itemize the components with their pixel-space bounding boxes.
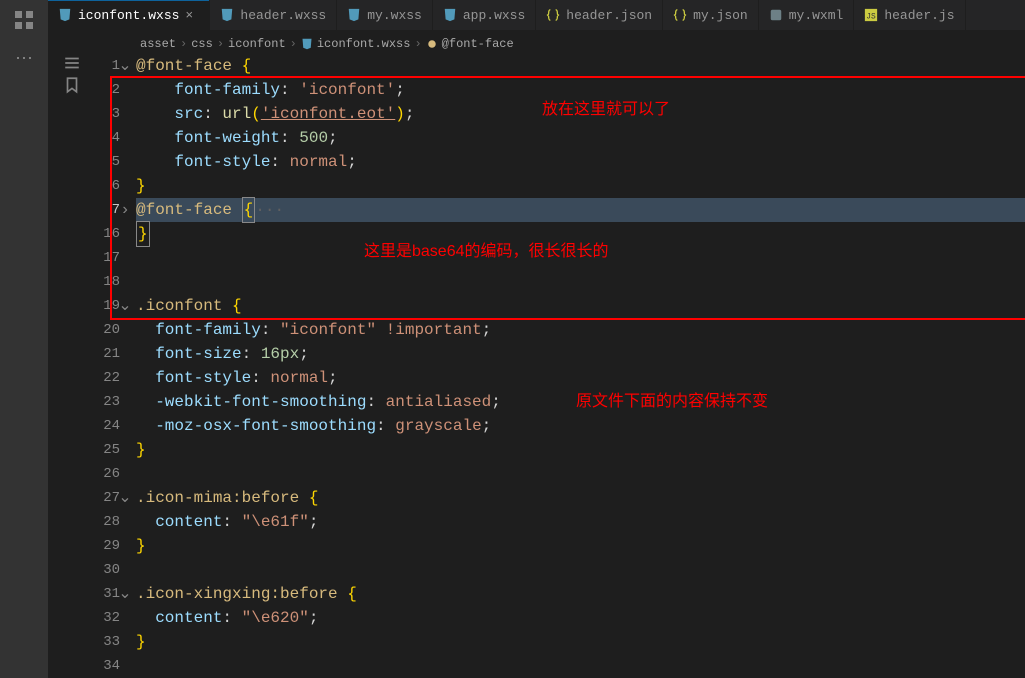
line-number: 24 [96,414,120,438]
editor-tab[interactable]: header.wxss [210,0,337,30]
code-content[interactable]: 放在这里就可以了 这里是base64的编码，很长很长的 原文件下面的内容保持不变… [136,54,1025,678]
line-number: 28 [96,510,120,534]
editor-gutter [48,30,96,678]
line-number: 26 [96,462,120,486]
line-number: 31 [96,582,120,606]
line-number: 19 [96,294,120,318]
tab-label: header.js [884,8,954,23]
line-number: 27 [96,486,120,510]
more-icon[interactable]: ⋯ [15,48,33,70]
activity-bar: ⋯ [0,0,48,678]
line-number: 25 [96,438,120,462]
fold-icon[interactable]: ⌄ [118,582,132,606]
tab-label: app.wxss [463,8,525,23]
line-number: 22 [96,366,120,390]
breadcrumb-item[interactable]: css [191,37,213,51]
line-number: 2 [96,78,120,102]
editor-tab[interactable]: my.wxss [337,0,433,30]
breadcrumb-item[interactable]: iconfont.wxss [317,37,411,51]
fold-icon[interactable]: ⌄ [118,486,132,510]
breadcrumb[interactable]: asset› css› iconfont› iconfont.wxss› @fo… [136,34,1025,54]
annotation-text: 这里是base64的编码，很长很长的 [364,240,609,264]
svg-text:JS: JS [867,13,877,22]
line-number: 18 [96,270,120,294]
breadcrumb-item[interactable]: @font-face [442,37,514,51]
tab-label: iconfont.wxss [78,8,179,23]
annotation-text: 原文件下面的内容保持不变 [576,390,768,414]
editor-tab[interactable]: iconfont.wxss × [48,0,210,30]
tab-label: header.wxss [240,8,326,23]
fold-icon[interactable]: ⌄ [118,294,132,318]
fold-icon[interactable]: › [118,198,132,222]
line-number: 30 [96,558,120,582]
line-number: 17 [96,246,120,270]
fold-icon[interactable]: ⌄ [118,54,132,78]
editor-tabs: iconfont.wxss × header.wxss my.wxss app.wxss… [48,0,1025,30]
line-number: 4 [96,126,120,150]
line-numbers: 1234567161718192021222324252627282930313… [96,30,136,678]
close-icon[interactable]: × [185,8,199,22]
line-number: 33 [96,630,120,654]
line-number: 7 [96,198,120,222]
line-number: 29 [96,534,120,558]
line-number: 23 [96,390,120,414]
line-number: 34 [96,654,120,678]
line-number: 3 [96,102,120,126]
line-number: 6 [96,174,120,198]
bookmark-icon[interactable] [63,76,81,94]
line-number: 20 [96,318,120,342]
extensions-icon[interactable] [12,8,36,32]
editor-tab[interactable]: my.json [663,0,759,30]
editor-tab[interactable]: header.json [536,0,663,30]
breadcrumb-item[interactable]: iconfont [228,37,286,51]
line-number: 5 [96,150,120,174]
tab-label: header.json [566,8,652,23]
editor-tab[interactable]: my.wxml [759,0,855,30]
breadcrumb-item[interactable]: asset [140,37,176,51]
tab-label: my.json [693,8,748,23]
rule-icon [426,38,438,50]
line-number: 21 [96,342,120,366]
editor-tab[interactable]: JS header.js [854,0,965,30]
editor-tab[interactable]: app.wxss [433,0,536,30]
tab-label: my.wxss [367,8,422,23]
line-number: 1 [96,54,120,78]
css-icon [301,38,313,50]
line-number: 32 [96,606,120,630]
line-number: 16 [96,222,120,246]
tab-label: my.wxml [789,8,844,23]
list-icon[interactable] [63,54,81,72]
annotation-text: 放在这里就可以了 [542,98,670,122]
